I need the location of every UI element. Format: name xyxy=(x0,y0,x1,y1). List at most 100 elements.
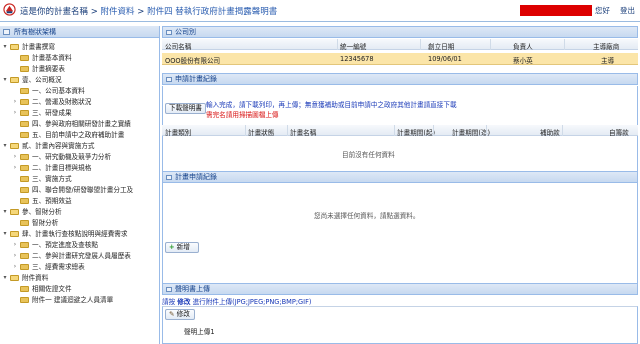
folder-icon xyxy=(20,253,29,259)
sidebar-item-label: 貳、計畫內容與實施方式 xyxy=(22,142,95,150)
download-statement-button[interactable]: 下載聲明書 xyxy=(165,103,206,114)
chevron-right-icon[interactable]: › xyxy=(12,262,18,272)
folder-icon xyxy=(20,165,29,171)
table-row[interactable]: OOO股份有限公司 12345678 109/06/01 蔡小英 主導 xyxy=(162,53,638,65)
sidebar-item[interactable]: ▾ 肆、計畫執行查核點說明與經費需求 xyxy=(0,229,158,239)
pencil-icon: ✎ xyxy=(169,310,175,318)
breadcrumb-attachments[interactable]: 附件資料 xyxy=(101,7,135,17)
folder-icon xyxy=(20,198,29,204)
chevron-right-icon[interactable]: › xyxy=(12,251,18,261)
breadcrumb-current-page: 附件四 替執行政府計畫揭露聲明書 xyxy=(147,7,278,17)
collapse-icon[interactable] xyxy=(3,29,10,35)
sidebar-item[interactable]: ▾ 計畫書撰寫 xyxy=(0,42,158,52)
folder-icon xyxy=(10,77,19,83)
sidebar-item-label: 二、參與計畫研究發展人員履歷表 xyxy=(32,252,131,260)
sidebar-item[interactable]: 相關佐證文件 xyxy=(0,284,158,294)
collapse-icon[interactable] xyxy=(166,30,172,35)
panel-title: 申請計畫紀錄 xyxy=(175,75,217,83)
sidebar-item[interactable]: 三、實施方式 xyxy=(0,174,158,184)
sidebar-item[interactable]: 四、聯合開發/研發聯盟計畫分工及 xyxy=(0,185,158,195)
sidebar-item[interactable]: › 三、研發成果 xyxy=(0,108,158,118)
sidebar-item-label: 壹、公司概況 xyxy=(22,76,62,84)
chevron-down-icon[interactable]: ▾ xyxy=(2,75,8,85)
app-logo-icon xyxy=(3,3,16,16)
col-owner: 負責人 xyxy=(513,43,533,51)
chevron-down-icon[interactable]: ▾ xyxy=(2,42,8,52)
col-founded-date: 創立日期 xyxy=(428,43,455,51)
sidebar-item-label: 三、經費需求總表 xyxy=(32,263,85,271)
add-button[interactable]: + 新增 xyxy=(165,242,199,253)
folder-icon xyxy=(10,231,19,237)
sidebar-item-label: 肆、計畫執行查核點說明與經費需求 xyxy=(22,230,128,238)
sidebar-item-label: 附件資料 xyxy=(22,274,49,282)
collapse-icon[interactable] xyxy=(166,287,172,292)
sidebar: 所有樹狀架構 ▾ 計畫書撰寫 計畫基本資料 計畫摘要表 ▾ 壹、公司概況 一、公司基本資料 ›… xyxy=(0,26,160,344)
sidebar-item[interactable]: 五、預期效益 xyxy=(0,196,158,206)
folder-icon xyxy=(20,286,29,292)
sidebar-item-label: 三、研發成果 xyxy=(32,109,72,117)
sidebar-item[interactable]: › 一、研究動機及競爭力分析 xyxy=(0,152,158,162)
chevron-down-icon[interactable]: ▾ xyxy=(2,273,8,283)
sidebar-item-label: 五、目前申請中之政府補助計畫 xyxy=(32,131,125,139)
plan-panel-header: 計畫申請紀錄 xyxy=(162,171,638,183)
sidebar-item-label: 計畫書撰寫 xyxy=(22,43,55,51)
sidebar-item[interactable]: ▾ 貳、計畫內容與實施方式 xyxy=(0,141,158,151)
sidebar-item[interactable]: › 三、經費需求總表 xyxy=(0,262,158,272)
info-message: 輸入完成，請下載列印，再上傳；無意獲補助或目前申請中之政府其他計畫請直接下載 xyxy=(206,101,457,109)
panel-title: 計畫申請紀錄 xyxy=(175,173,217,181)
sidebar-item[interactable]: 計畫基本資料 xyxy=(0,53,158,63)
sidebar-title: 所有樹狀架構 xyxy=(14,28,56,36)
breadcrumb-separator: > xyxy=(137,7,145,17)
folder-icon xyxy=(10,209,19,215)
folder-icon xyxy=(20,264,29,270)
chevron-right-icon[interactable]: › xyxy=(12,152,18,162)
edit-button[interactable]: ✎ 修改 xyxy=(165,309,195,320)
logout-link[interactable]: 登出 xyxy=(620,5,635,16)
collapse-icon[interactable] xyxy=(166,77,172,82)
sidebar-item[interactable]: ▾ 壹、公司概況 xyxy=(0,75,158,85)
company-grid-header: 公司名稱 統一編號 創立日期 負責人 主導廠商 xyxy=(162,39,638,51)
greeting: 您好 xyxy=(595,6,610,15)
plan-panel-body xyxy=(162,184,638,284)
folder-icon xyxy=(20,154,29,160)
warning-message: 需完名請用掃描圖檔上傳 xyxy=(206,111,279,119)
chevron-right-icon[interactable]: › xyxy=(12,97,18,107)
sidebar-item[interactable]: 四、參與政府相關研發計畫之實績 xyxy=(0,119,158,129)
edit-link[interactable]: 修改 xyxy=(177,298,190,306)
apply-panel-header: 申請計畫紀錄 xyxy=(162,73,638,85)
folder-icon xyxy=(20,132,29,138)
sidebar-item[interactable]: › 二、計畫目標與規格 xyxy=(0,163,158,173)
empty-message: 您尚未選擇任何資料，請點選資料。 xyxy=(314,212,420,220)
folder-icon xyxy=(20,242,29,248)
folder-icon xyxy=(10,44,19,50)
panel-title: 公司別 xyxy=(175,28,196,36)
sidebar-item[interactable]: › 二、營運及財務狀況 xyxy=(0,97,158,107)
sidebar-item[interactable]: › 一、預定進度及查核點 xyxy=(0,240,158,250)
collapse-icon[interactable] xyxy=(166,175,172,180)
sidebar-item[interactable]: › 二、參與計畫研究發展人員履歷表 xyxy=(0,251,158,261)
chevron-down-icon[interactable]: ▾ xyxy=(2,229,8,239)
chevron-right-icon[interactable]: › xyxy=(12,163,18,173)
folder-icon xyxy=(20,187,29,193)
sidebar-item-label: 五、預期效益 xyxy=(32,197,72,205)
col-lead-vendor: 主導廠商 xyxy=(593,43,620,51)
sidebar-item[interactable]: 附件一 建議迴避之人員清單 xyxy=(0,295,158,305)
company-name: OOO股份有限公司 xyxy=(165,57,221,65)
chevron-right-icon[interactable]: › xyxy=(12,240,18,250)
edit-label: 修改 xyxy=(176,310,190,318)
sidebar-item[interactable]: 五、目前申請中之政府補助計畫 xyxy=(0,130,158,140)
chevron-down-icon[interactable]: ▾ xyxy=(2,207,8,217)
col-company-name: 公司名稱 xyxy=(165,43,192,51)
sidebar-item-label: 智財分析 xyxy=(32,219,59,227)
upload-file-label: 聲明上傳1 xyxy=(184,328,215,336)
sidebar-item[interactable]: ▾ 參、智財分析 xyxy=(0,207,158,217)
sidebar-item[interactable]: 一、公司基本資料 xyxy=(0,86,158,96)
sidebar-item[interactable]: 計畫摘要表 xyxy=(0,64,158,74)
chevron-right-icon[interactable]: › xyxy=(12,108,18,118)
instruction-text: 進行附件上傳(JPG;JPEG;PNG;BMP;GIF) xyxy=(192,298,312,306)
user-name-redacted xyxy=(520,5,592,16)
sidebar-item[interactable]: 智財分析 xyxy=(0,218,158,228)
folder-icon xyxy=(20,176,29,182)
sidebar-item[interactable]: ▾ 附件資料 xyxy=(0,273,158,283)
chevron-down-icon[interactable]: ▾ xyxy=(2,141,8,151)
